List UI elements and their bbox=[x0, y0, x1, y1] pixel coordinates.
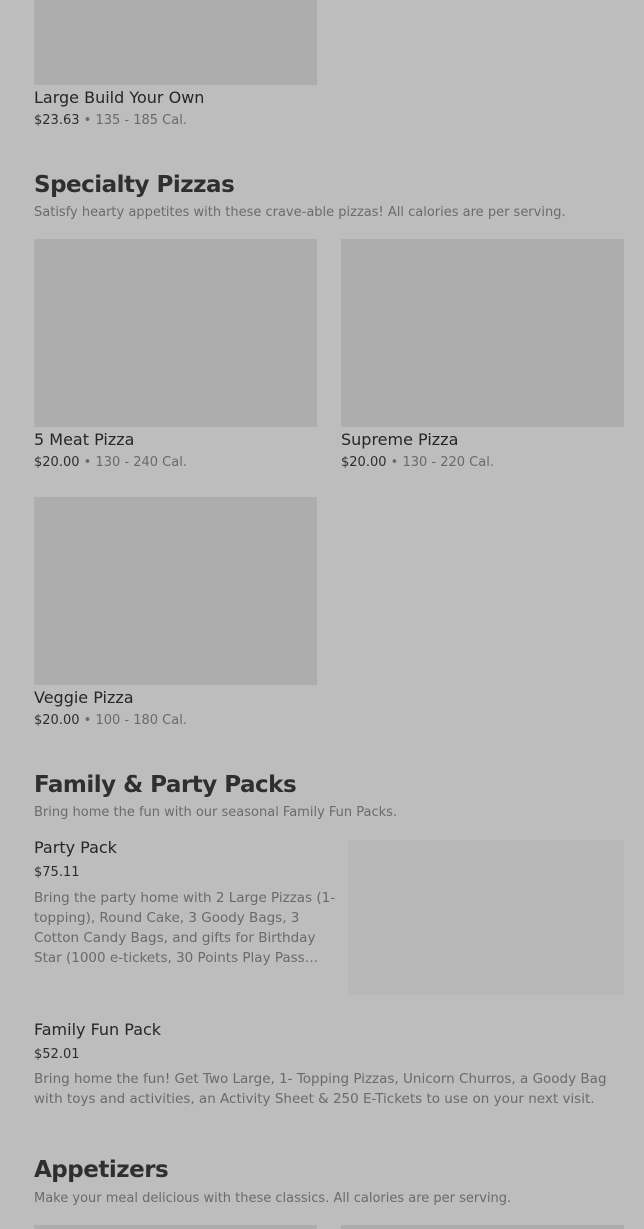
item-image-appetizer[interactable] bbox=[341, 1225, 624, 1229]
section-description: Bring home the fun with our seasonal Fam… bbox=[34, 805, 398, 820]
item-image-5-meat-pizza[interactable] bbox=[34, 239, 317, 427]
item-name[interactable]: Veggie Pizza bbox=[34, 688, 134, 707]
item-price: $20.00 bbox=[34, 713, 80, 728]
item-image-supreme-pizza[interactable] bbox=[341, 239, 624, 427]
item-description: Bring the party home with 2 Large Pizzas… bbox=[34, 890, 336, 966]
item-calories: 130 - 240 Cal. bbox=[95, 455, 187, 470]
item-name[interactable]: 5 Meat Pizza bbox=[34, 430, 134, 449]
item-name[interactable]: Party Pack bbox=[34, 838, 117, 857]
separator-dot: • bbox=[83, 113, 92, 128]
item-name[interactable]: Large Build Your Own bbox=[34, 88, 204, 107]
item-price: $52.01 bbox=[34, 1047, 80, 1062]
separator-dot: • bbox=[83, 713, 92, 728]
item-price: $20.00 bbox=[34, 455, 80, 470]
item-price-calories: $20.00 • 130 - 240 Cal. bbox=[34, 455, 187, 470]
item-calories: 100 - 180 Cal. bbox=[95, 713, 187, 728]
separator-dot: • bbox=[390, 455, 399, 470]
item-price-calories: $23.63 • 135 - 185 Cal. bbox=[34, 113, 187, 128]
section-title-family-party-packs: Family & Party Packs bbox=[34, 772, 297, 798]
item-image-large-build-your-own[interactable] bbox=[34, 0, 317, 85]
item-image-veggie-pizza[interactable] bbox=[34, 497, 317, 685]
item-price-calories: $20.00 • 100 - 180 Cal. bbox=[34, 713, 187, 728]
item-price-calories: $20.00 • 130 - 220 Cal. bbox=[341, 455, 494, 470]
item-calories: 135 - 185 Cal. bbox=[95, 113, 187, 128]
item-image-appetizer[interactable] bbox=[34, 1225, 317, 1229]
section-description: Satisfy hearty appetites with these crav… bbox=[34, 205, 566, 220]
item-name[interactable]: Supreme Pizza bbox=[341, 430, 458, 449]
item-name[interactable]: Family Fun Pack bbox=[34, 1020, 161, 1039]
section-title-appetizers: Appetizers bbox=[34, 1157, 169, 1183]
section-description: Make your meal delicious with these clas… bbox=[34, 1191, 512, 1206]
item-image-party-pack[interactable] bbox=[348, 840, 624, 995]
section-title-specialty-pizzas: Specialty Pizzas bbox=[34, 172, 235, 198]
separator-dot: • bbox=[83, 455, 92, 470]
item-price: $23.63 bbox=[34, 113, 80, 128]
item-price: $75.11 bbox=[34, 865, 80, 880]
item-price: $20.00 bbox=[341, 455, 387, 470]
item-description: Bring home the fun! Get Two Large, 1- To… bbox=[34, 1071, 607, 1107]
item-calories: 130 - 220 Cal. bbox=[402, 455, 494, 470]
